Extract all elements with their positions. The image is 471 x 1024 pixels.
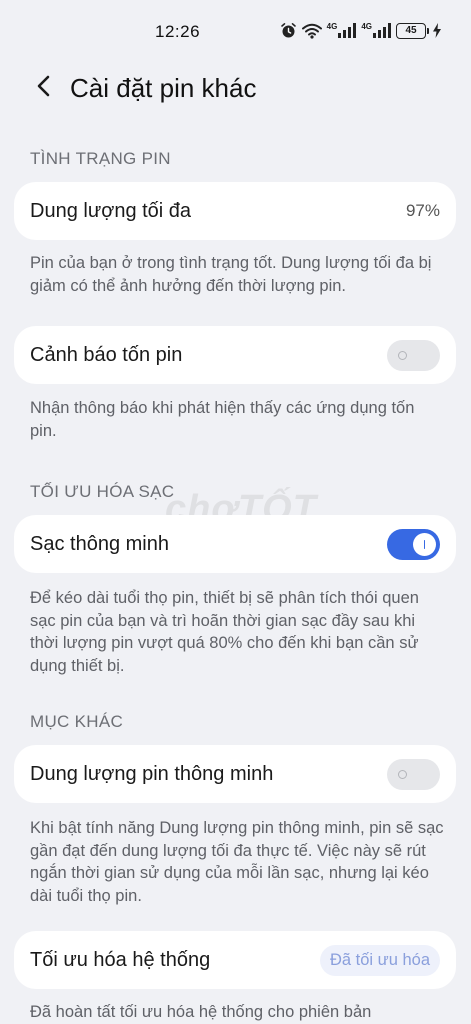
smart-capacity-label: Dung lượng pin thông minh xyxy=(30,762,274,785)
header: Cài đặt pin khác xyxy=(0,64,471,112)
toggle-knob xyxy=(391,763,414,786)
toggle-knob xyxy=(413,532,436,556)
max-capacity-description: Pin của bạn ở trong tình trạng tốt. Dung… xyxy=(30,254,432,295)
signal-icon: 4G xyxy=(327,23,357,38)
page-title: Cài đặt pin khác xyxy=(70,73,257,103)
drain-alert-label: Cảnh báo tốn pin xyxy=(30,343,183,366)
section-label-charging-optimization: TỐI ƯU HÓA SẠC xyxy=(30,482,175,501)
section-label-other: MỤC KHÁC xyxy=(30,712,124,731)
smart-charging-description: Để kéo dài tuổi thọ pin, thiết bị sẽ phâ… xyxy=(30,589,419,675)
toggle-knob xyxy=(391,344,414,367)
section-label-battery-status: TÌNH TRẠNG PIN xyxy=(30,149,171,168)
max-capacity-row[interactable]: Dung lượng tối đa 97% xyxy=(14,182,456,240)
status-icons: 4G 4G 45 xyxy=(280,22,441,39)
drain-alert-description: Nhận thông báo khi phát hiện thấy các ứn… xyxy=(30,399,415,440)
system-optimization-label: Tối ưu hóa hệ thống xyxy=(30,948,211,971)
smart-capacity-toggle[interactable] xyxy=(387,758,440,790)
max-capacity-value: 97% xyxy=(405,201,440,220)
network-type-label-2: 4G xyxy=(361,22,372,31)
smart-capacity-description: Khi bật tính năng Dung lượng pin thông m… xyxy=(30,819,444,905)
optimized-button[interactable]: Đã tối ưu hóa xyxy=(319,944,440,976)
back-button[interactable] xyxy=(28,72,60,104)
charging-icon xyxy=(433,23,441,38)
system-optimization-row[interactable]: Tối ưu hóa hệ thống Đã tối ưu hóa xyxy=(14,931,456,989)
max-capacity-label: Dung lượng tối đa xyxy=(30,199,192,222)
status-time: 12:26 xyxy=(155,22,201,41)
smart-charging-row[interactable]: Sạc thông minh xyxy=(14,515,456,573)
smart-charging-label: Sạc thông minh xyxy=(30,532,169,555)
battery-icon: 45 xyxy=(396,22,429,39)
signal-icon-2: 4G xyxy=(361,23,391,38)
drain-alert-toggle[interactable] xyxy=(387,339,440,371)
status-bar: 12:26 4G 4G 45 xyxy=(0,0,471,64)
alarm-icon xyxy=(280,22,297,39)
smart-charging-toggle[interactable] xyxy=(387,528,440,560)
system-optimization-description: Đã hoàn tất tối ưu hóa hệ thống cho phiê… xyxy=(30,1003,372,1021)
drain-alert-row[interactable]: Cảnh báo tốn pin xyxy=(14,326,456,384)
network-type-label: 4G xyxy=(326,22,338,31)
wifi-icon xyxy=(301,23,322,39)
chevron-left-icon xyxy=(34,74,54,103)
smart-capacity-row[interactable]: Dung lượng pin thông minh xyxy=(14,745,456,803)
